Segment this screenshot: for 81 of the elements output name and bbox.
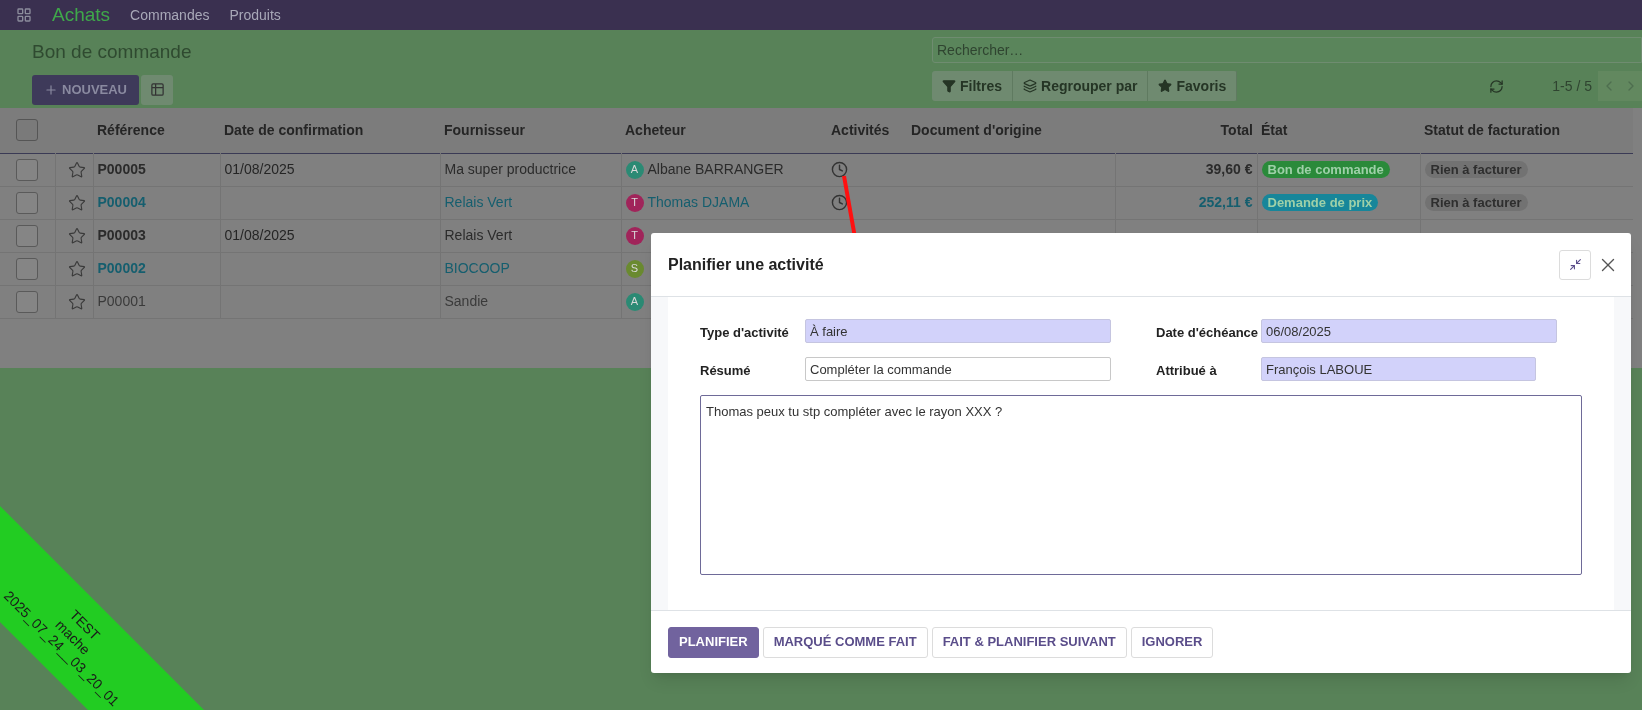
star-icon[interactable] <box>67 292 86 311</box>
apps-menu-icon[interactable] <box>16 7 32 23</box>
search-field[interactable]: Rechercher… <box>932 37 1642 63</box>
row-checkbox[interactable] <box>16 158 38 181</box>
table-cell: P00005 <box>97 161 146 177</box>
view-switch-button[interactable] <box>141 74 173 105</box>
new-button[interactable]: NOUVEAU <box>32 74 139 105</box>
row-checkbox[interactable] <box>16 290 38 313</box>
table-cell: P00003 <box>97 227 146 243</box>
column-header[interactable]: Total <box>1220 121 1253 138</box>
note-textarea[interactable]: Thomas peux tu stp compléter avec le rayon XXX ? <box>700 395 1582 575</box>
star-icon <box>1158 79 1173 93</box>
avatar: S <box>625 259 644 278</box>
star-icon[interactable] <box>67 160 86 179</box>
table-cell: Relais Vert <box>444 194 513 210</box>
table-cell-text: Thomas DJAMA <box>647 193 750 212</box>
filter-button[interactable]: Filtres <box>932 71 1013 101</box>
expand-button[interactable] <box>1559 249 1591 280</box>
input-field[interactable]: À faire <box>805 319 1111 343</box>
avatar: T <box>625 226 644 245</box>
row-checkbox[interactable] <box>16 257 38 280</box>
filter-icon <box>942 79 956 93</box>
column-header[interactable]: Statut de facturation <box>1424 121 1561 138</box>
refresh-icon[interactable] <box>1489 78 1505 94</box>
table-cell: P00001 <box>97 293 146 309</box>
avatar: A <box>625 292 644 311</box>
row-checkbox[interactable] <box>16 224 38 247</box>
table-cell: 252,11 € <box>1198 194 1253 210</box>
column-header[interactable]: Fournisseur <box>444 121 525 138</box>
select-all-checkbox[interactable] <box>16 119 38 142</box>
clock-icon[interactable] <box>831 194 848 211</box>
input-field[interactable]: Compléter la commande <box>805 357 1111 381</box>
avatar: A <box>625 160 644 179</box>
field-label: Attribué à <box>1156 362 1218 380</box>
input-field[interactable]: François LABOUE <box>1261 357 1536 381</box>
dialog-button[interactable]: MARQUÉ COMME FAIT <box>762 626 928 658</box>
dialog-title: Planifier une activité <box>668 254 825 275</box>
avatar: T <box>625 193 644 212</box>
table-cell: P00004 <box>97 194 146 210</box>
table-cell: BIOCOOP <box>444 260 510 276</box>
table-cell: P00002 <box>97 260 146 276</box>
star-icon[interactable] <box>67 226 86 245</box>
field-label: Type d'activité <box>700 324 790 342</box>
field-label: Résumé <box>700 362 752 380</box>
column-header[interactable]: Acheteur <box>625 121 686 138</box>
field-label: Date d'échéance <box>1156 324 1260 342</box>
star-icon[interactable] <box>67 193 86 212</box>
arrows-icon <box>1568 258 1582 271</box>
input-field[interactable]: 06/08/2025 <box>1261 319 1557 343</box>
column-header[interactable]: Date de confirmation <box>224 121 364 138</box>
dialog-button[interactable]: FAIT & PLANIFIER SUIVANT <box>931 626 1127 658</box>
table-cell: 39,60 € <box>1205 161 1253 177</box>
pager-text: 1-5 / 5 <box>1552 76 1592 96</box>
column-header[interactable]: Référence <box>97 121 165 138</box>
dialog-button[interactable]: PLANIFIER <box>668 626 759 658</box>
star-icon[interactable] <box>67 259 86 278</box>
menu-item[interactable]: Commandes <box>130 4 210 26</box>
status-badge: Bon de commande <box>1261 161 1390 178</box>
clock-icon[interactable] <box>831 161 848 178</box>
menu-item[interactable]: Produits <box>229 4 281 26</box>
plus-icon <box>44 82 58 97</box>
filter-button[interactable]: Regrouper par <box>1013 71 1149 101</box>
row-checkbox[interactable] <box>16 191 38 214</box>
table-icon <box>149 82 165 97</box>
table-cell: 01/08/2025 <box>224 161 295 177</box>
column-header[interactable]: État <box>1261 121 1288 138</box>
column-header[interactable]: Activités <box>831 121 890 138</box>
table-cell: Relais Vert <box>444 227 513 243</box>
dialog-button[interactable]: IGNORER <box>1130 626 1214 658</box>
column-header[interactable]: Document d'origine <box>911 121 1042 138</box>
status-badge: Rien à facturer <box>1424 194 1528 211</box>
table-cell-text: Albane BARRANGER <box>647 160 784 179</box>
page-title: Bon de commande <box>32 40 193 64</box>
status-badge: Demande de prix <box>1261 194 1379 211</box>
app-title[interactable]: Achats <box>52 0 111 30</box>
status-badge: Rien à facturer <box>1424 161 1528 178</box>
table-cell: 01/08/2025 <box>224 227 295 243</box>
table-cell: Ma super productrice <box>444 161 576 177</box>
table-cell: Sandie <box>444 293 489 309</box>
filter-button[interactable]: Favoris <box>1148 71 1238 101</box>
layers-icon <box>1023 79 1037 93</box>
